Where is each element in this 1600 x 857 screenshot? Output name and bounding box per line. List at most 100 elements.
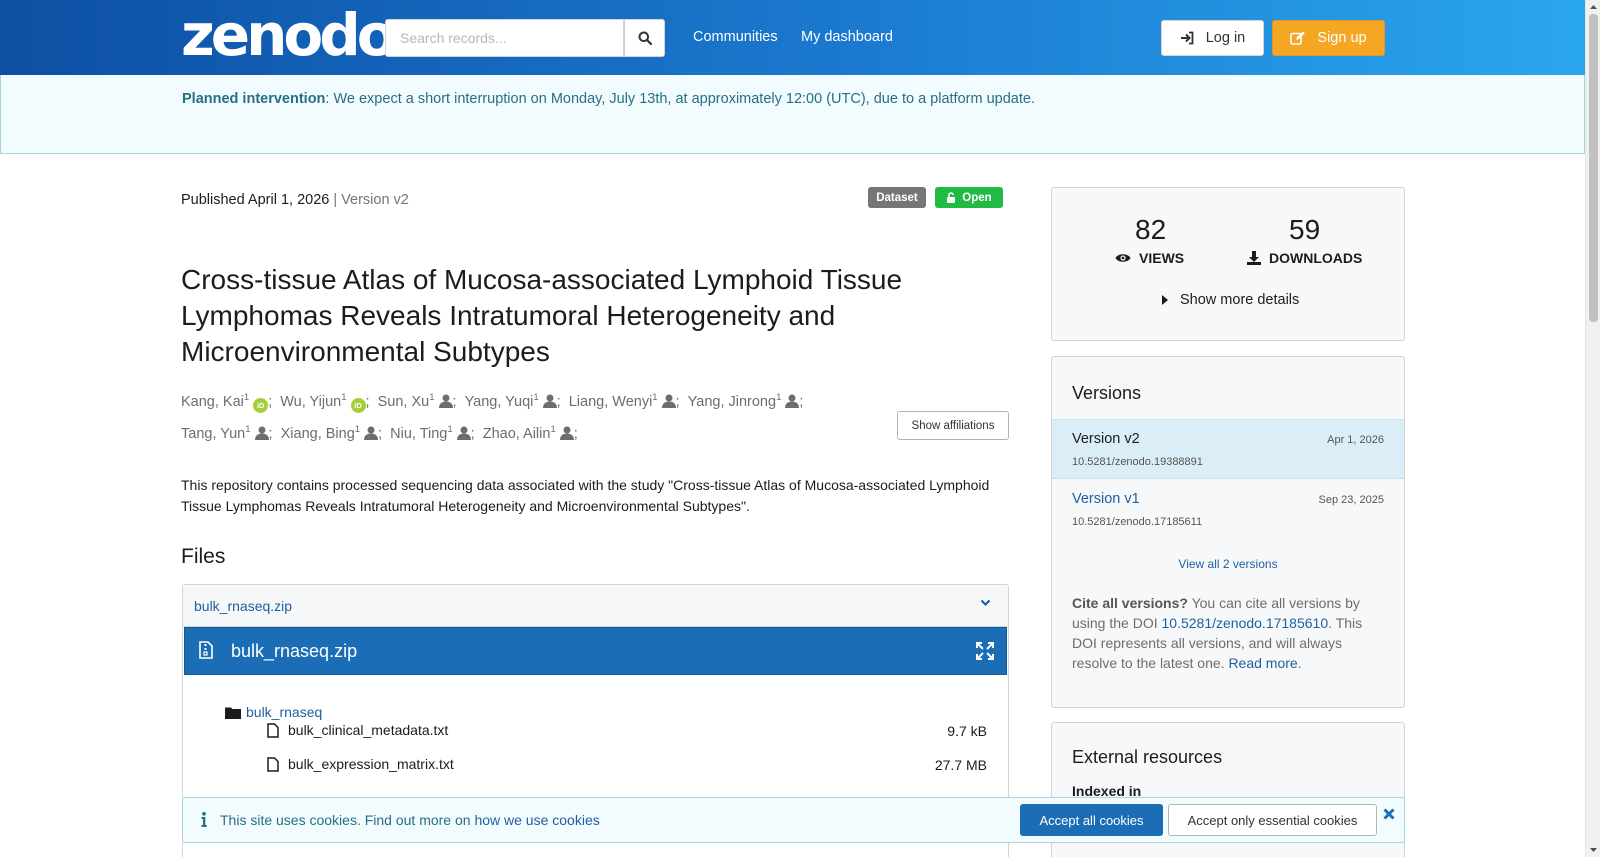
creator-item[interactable]: Liang, Wenyi1;: [569, 384, 680, 416]
creator-name[interactable]: Liang, Wenyi: [569, 394, 653, 410]
creator-item[interactable]: Tang, Yun1;: [181, 416, 273, 448]
search-icon: [638, 31, 652, 45]
scroll-down-arrow-icon[interactable]: [1589, 846, 1598, 855]
versions-card: Versions Version v2 Apr 1, 2026 10.5281/…: [1051, 356, 1405, 708]
creator-item[interactable]: Niu, Ting1;: [390, 416, 475, 448]
affiliation-number: 1: [652, 392, 658, 403]
download-icon: [1247, 251, 1261, 265]
orcid-icon[interactable]: iD: [350, 397, 366, 413]
search-button[interactable]: [624, 19, 665, 57]
creator-name[interactable]: Wu, Yijun: [280, 394, 341, 410]
views-count: 82: [1135, 214, 1167, 245]
files-heading: Files: [181, 545, 226, 568]
creator-name[interactable]: Kang, Kai: [181, 394, 244, 410]
cite-bold: Cite all versions?: [1072, 595, 1188, 611]
scrollbar-thumb[interactable]: [1589, 14, 1598, 322]
affiliation-number: 1: [533, 392, 539, 403]
person-icon: [438, 391, 453, 408]
nav-my-dashboard[interactable]: My dashboard: [801, 29, 893, 45]
read-more-link[interactable]: Read more: [1228, 655, 1297, 671]
scroll-up-arrow-icon[interactable]: [1589, 2, 1598, 11]
creator-name[interactable]: Zhao, Ailin: [483, 426, 551, 442]
cite-end: .: [1297, 655, 1302, 671]
login-label: Log in: [1205, 30, 1246, 46]
version-row[interactable]: Version v2 Apr 1, 2026 10.5281/zenodo.19…: [1052, 419, 1404, 479]
view-all-versions-link[interactable]: View all 2 versions: [1052, 557, 1404, 571]
accept-all-cookies-button[interactable]: Accept all cookies: [1020, 804, 1163, 836]
downloads-count: 59: [1289, 214, 1321, 245]
tree-file-name: bulk_clinical_metadata.txt: [288, 722, 449, 738]
file-accordion-link[interactable]: bulk_rnaseq.zip: [194, 598, 292, 614]
search-input[interactable]: [385, 19, 624, 57]
cookie-text: This site uses cookies. Find out more on: [220, 812, 475, 828]
resource-type-badge: Dataset: [868, 187, 926, 208]
record-description: This repository contains processed seque…: [181, 477, 990, 514]
published-date: Published April 1, 2026: [181, 192, 330, 208]
creator-item[interactable]: Zhao, Ailin1;: [483, 416, 578, 448]
orcid-icon[interactable]: iD: [253, 397, 269, 413]
creator-item[interactable]: Kang, Kai1iD;: [181, 384, 272, 416]
person-icon: [456, 423, 471, 440]
version-doi: 10.5281/zenodo.19388891: [1072, 456, 1203, 468]
page-scrollbar[interactable]: [1585, 0, 1600, 857]
versions-title: Versions: [1072, 383, 1142, 403]
nav-communities[interactable]: Communities: [693, 29, 778, 45]
file-accordion-header[interactable]: bulk_rnaseq.zip: [183, 585, 1008, 627]
creator-separator: ;: [378, 425, 383, 442]
creator-item[interactable]: Yang, Jinrong1;: [688, 384, 804, 416]
caret-right-icon: [1162, 295, 1168, 305]
tree-file-name: bulk_expression_matrix.txt: [288, 756, 454, 772]
affiliation-number: 1: [243, 392, 250, 403]
signup-label: Sign up: [1317, 30, 1367, 46]
access-badge: Open: [935, 187, 1003, 208]
sign-in-icon: [1180, 31, 1194, 45]
expand-icon[interactable]: [976, 642, 994, 660]
version-name[interactable]: Version v1: [1072, 491, 1140, 507]
creator-item[interactable]: Sun, Xu1;: [378, 384, 457, 416]
tree-folder[interactable]: bulk_rnaseq: [225, 704, 322, 720]
file-archive-icon: [199, 641, 213, 659]
version-row[interactable]: Version v1 Sep 23, 2025 10.5281/zenodo.1…: [1052, 480, 1404, 540]
show-affiliations-button[interactable]: Show affiliations: [897, 411, 1009, 440]
close-icon[interactable]: [1383, 808, 1395, 820]
creator-name[interactable]: Sun, Xu: [378, 394, 430, 410]
creator-separator: ;: [268, 425, 273, 442]
unlock-icon: [947, 192, 956, 203]
chevron-down-icon[interactable]: [980, 599, 991, 607]
creator-separator: ;: [573, 425, 578, 442]
signup-button[interactable]: Sign up: [1272, 20, 1385, 56]
creator-name[interactable]: Yang, Jinrong: [688, 394, 776, 410]
downloads-label: DOWNLOADS: [1247, 250, 1362, 266]
views-label: VIEWS: [1115, 250, 1184, 266]
creator-separator: ;: [470, 425, 475, 442]
folder-icon: [225, 707, 241, 719]
creator-name[interactable]: Xiang, Bing: [281, 426, 355, 442]
tree-file: bulk_clinical_metadata.txt: [267, 722, 448, 738]
zenodo-logo[interactable]: zenodo: [181, 6, 397, 64]
banner-message: Planned intervention: We expect a short …: [182, 91, 1035, 107]
creator-item[interactable]: Yang, Yuqi1;: [465, 384, 561, 416]
login-button[interactable]: Log in: [1161, 20, 1264, 56]
person-icon: [254, 423, 269, 440]
cookie-policy-link[interactable]: how we use cookies: [474, 812, 599, 828]
creator-name[interactable]: Tang, Yun: [181, 426, 245, 442]
cite-all-versions: Cite all versions? You can cite all vers…: [1072, 593, 1390, 673]
accept-essential-cookies-button[interactable]: Accept only essential cookies: [1168, 804, 1377, 836]
info-icon: [201, 812, 207, 827]
banner-text: : We expect a short interruption on Mond…: [325, 91, 1035, 107]
banner-label: Planned intervention: [182, 91, 326, 107]
tree-folder-name[interactable]: bulk_rnaseq: [246, 704, 322, 720]
tree-file-size: 27.7 MB: [934, 757, 987, 773]
concept-doi-link[interactable]: 10.5281/zenodo.17185610: [1162, 615, 1329, 631]
cookie-banner: This site uses cookies. Find out more on…: [182, 797, 1405, 843]
eye-icon: [1115, 254, 1131, 262]
cookie-message: This site uses cookies. Find out more on…: [220, 812, 600, 828]
show-more-details-toggle[interactable]: Show more details: [1162, 292, 1299, 308]
creator-separator: ;: [268, 393, 273, 410]
creator-name[interactable]: Yang, Yuqi: [465, 394, 534, 410]
separator: |: [329, 192, 342, 208]
tree-file: bulk_expression_matrix.txt: [267, 756, 454, 772]
creator-item[interactable]: Wu, Yijun1iD;: [280, 384, 370, 416]
creator-item[interactable]: Xiang, Bing1;: [281, 416, 383, 448]
creator-name[interactable]: Niu, Ting: [390, 426, 447, 442]
